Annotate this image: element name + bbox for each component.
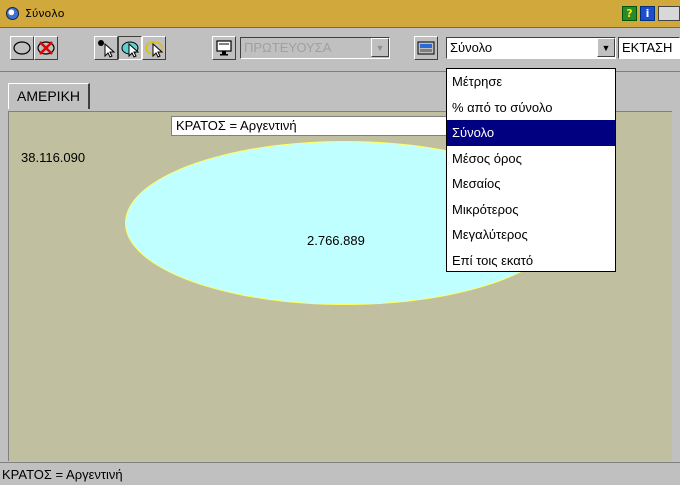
tab-america[interactable]: ΑΜΕΡΙΚΗ bbox=[8, 83, 91, 109]
dropdown-option-count[interactable]: Μέτρησε bbox=[447, 69, 615, 95]
calculator-icon bbox=[417, 41, 435, 55]
chevron-down-icon: ▼ bbox=[371, 38, 389, 57]
filter-label: ΚΡΑΤΟΣ = Αργεντινή bbox=[171, 116, 461, 136]
chevron-down-icon[interactable]: ▼ bbox=[597, 38, 615, 57]
ellipse-icon bbox=[13, 41, 31, 55]
maximize-button[interactable] bbox=[658, 6, 680, 21]
aggregate-select-value: Σύνολο bbox=[450, 40, 493, 55]
info-button[interactable]: i bbox=[640, 6, 655, 21]
dropdown-option-average[interactable]: Μέσος όρος bbox=[447, 146, 615, 172]
dropdown-option-median[interactable]: Μεσαίος bbox=[447, 171, 615, 197]
calculate-button[interactable] bbox=[414, 36, 438, 60]
delete-ellipse-icon bbox=[37, 41, 55, 55]
select-outline-button[interactable] bbox=[142, 36, 166, 60]
aggregate-dropdown-list: Μέτρησε % από το σύνολο Σύνολο Μέσος όρο… bbox=[446, 68, 616, 272]
delete-ellipse-button[interactable] bbox=[34, 36, 58, 60]
display-button[interactable] bbox=[212, 36, 236, 60]
dropdown-option-sum[interactable]: Σύνολο bbox=[447, 120, 615, 146]
help-button[interactable]: ? bbox=[622, 6, 637, 21]
second-field-select[interactable]: ΕΚΤΑΣΗ bbox=[618, 37, 680, 59]
dropdown-option-maximum[interactable]: Μεγαλύτερος bbox=[447, 222, 615, 248]
aggregate-select[interactable]: Σύνολο ▼ bbox=[446, 37, 616, 59]
pointer-outline-icon bbox=[145, 41, 164, 58]
pointer-dot-icon bbox=[98, 40, 116, 58]
total-value: 38.116.090 bbox=[21, 150, 86, 165]
pointer-area-icon bbox=[121, 41, 140, 58]
ellipse-value: 2.766.889 bbox=[307, 233, 365, 248]
ellipse-tool-button[interactable] bbox=[10, 36, 34, 60]
title-bar: Σύνολο ? i bbox=[0, 0, 680, 28]
window-title: Σύνολο bbox=[25, 7, 65, 20]
field-select-value: ΠΡΩΤΕΥΟΥΣΑ bbox=[244, 40, 332, 55]
dropdown-option-percent-of-total[interactable]: % από το σύνολο bbox=[447, 95, 615, 121]
select-area-button[interactable] bbox=[118, 36, 142, 60]
select-pointer-button[interactable] bbox=[94, 36, 118, 60]
second-field-select-value: ΕΚΤΑΣΗ bbox=[622, 40, 673, 55]
dropdown-option-minimum[interactable]: Μικρότερος bbox=[447, 197, 615, 223]
toolbar: ΠΡΩΤΕΥΟΥΣΑ ▼ Σύνολο ▼ ΕΚΤΑΣΗ bbox=[0, 28, 680, 72]
app-icon bbox=[6, 7, 19, 20]
field-select[interactable]: ΠΡΩΤΕΥΟΥΣΑ ▼ bbox=[240, 37, 390, 59]
dropdown-option-percentage[interactable]: Επί τοις εκατό bbox=[447, 248, 615, 274]
status-bar: ΚΡΑΤΟΣ = Αργεντινή bbox=[0, 462, 680, 485]
monitor-icon bbox=[216, 40, 232, 56]
